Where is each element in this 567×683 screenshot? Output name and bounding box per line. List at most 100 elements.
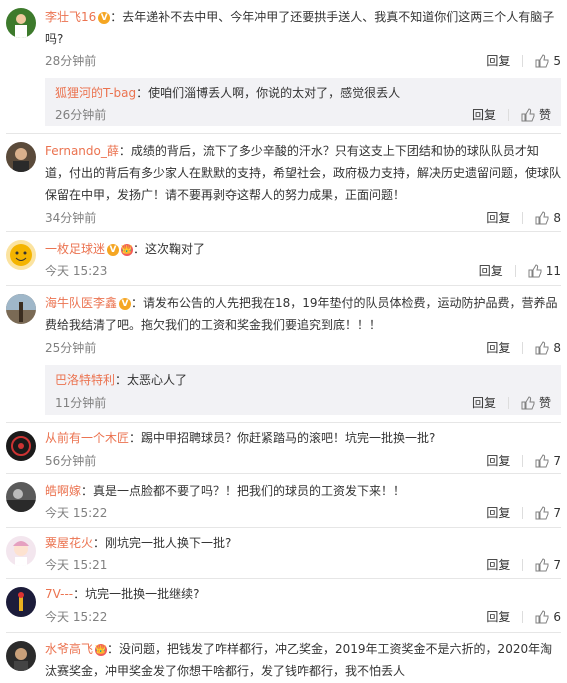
divider (6, 231, 561, 232)
comment-meta: 今天 15:22 回复 6 (45, 608, 561, 626)
comment-text-block: Fernando_薛：成绩的背后，流下了多少辛酸的汗水？只有这支上下团结和协的球… (45, 140, 561, 206)
thumbs-up-icon (535, 453, 549, 467)
divider (6, 285, 561, 286)
comment-username[interactable]: 皓啊嫁 (45, 484, 81, 498)
like-button[interactable]: 7 (535, 558, 561, 572)
comment-text-block: 皓啊嫁：真是一点脸都不要了吗？！把我们的球员的工资发下来！！ (45, 480, 561, 502)
reply-text-block: 狐狸河的T-bag：使咱们淄博丢人啊，你说的太对了，感觉很丢人 (55, 84, 551, 102)
like-count: 7 (553, 453, 561, 468)
like-button[interactable]: 赞 (521, 106, 551, 123)
reply-username[interactable]: 巴洛特特利 (55, 373, 115, 387)
divider (6, 422, 561, 423)
comment-meta: 34分钟前 回复 8 (45, 209, 561, 227)
avatar[interactable] (6, 482, 36, 512)
comment-meta: 28分钟前 回复 5 (45, 52, 561, 70)
like-button[interactable]: 赞 (521, 394, 551, 411)
avatar[interactable] (6, 641, 36, 671)
comment-text: ：这次鞠对了 (133, 242, 206, 256)
avatar-image (15, 14, 27, 38)
avatar-image (14, 648, 28, 671)
comment-username[interactable]: 李壮飞16 (45, 10, 96, 24)
crown-badge-icon: 👑 (95, 643, 108, 656)
comment-username[interactable]: 水爷高飞 (45, 642, 93, 656)
thumbs-up-icon (535, 340, 549, 354)
like-count: 5 (553, 53, 561, 68)
comment-text-block: 粟屋花火：刚坑完一批人换下一批? (45, 532, 561, 554)
thumbs-up-icon (535, 210, 549, 224)
like-button[interactable]: 7 (535, 506, 561, 520)
reply-button[interactable]: 回复 (486, 452, 510, 469)
divider (6, 473, 561, 474)
reply-username[interactable]: 狐狸河的T-bag (55, 86, 136, 100)
verified-badge-icon: V (107, 243, 120, 256)
reply-time: 11分钟前 (55, 396, 107, 410)
avatar[interactable] (6, 240, 36, 270)
comment-text-block: 从前有一个木匠：踢中甲招聘球员？你赶紧踏马的滚吧！坑完一批换一批? (45, 427, 561, 449)
avatar-image (11, 436, 31, 456)
comment-text: ：真是一点脸都不要了吗？！把我们的球员的工资发下来！！ (81, 484, 406, 498)
reply-time: 26分钟前 (55, 108, 107, 122)
avatar-image (13, 148, 29, 172)
divider (6, 632, 561, 633)
reply-button[interactable]: 回复 (486, 209, 510, 226)
reply-button[interactable]: 回复 (486, 504, 510, 521)
reply-button[interactable]: 回复 (472, 106, 496, 123)
like-button[interactable]: 7 (535, 454, 561, 468)
like-count: 11 (545, 263, 561, 278)
reply-button[interactable]: 回复 (486, 52, 510, 69)
comment-time: 34分钟前 (45, 211, 97, 225)
comment-username[interactable]: 一枚足球迷 (45, 242, 105, 256)
thumbs-up-icon (521, 107, 535, 121)
divider (522, 558, 524, 571)
like-label: 赞 (538, 396, 551, 410)
comment-username[interactable]: 7V--- (45, 587, 73, 601)
divider (522, 506, 524, 519)
comment-text-block: 海牛队医李鑫 V ：请发布公告的人先把我在18，19年垫付的队员体检费，运动防护品费… (45, 292, 561, 336)
reply-text: ：使咱们淄博丢人啊，你说的太对了，感觉很丢人 (136, 86, 401, 100)
thumbs-up-icon (535, 557, 549, 571)
comment-username[interactable]: 从前有一个木匠 (45, 431, 129, 445)
thumbs-up-icon (535, 505, 549, 519)
reply-block: 狐狸河的T-bag：使咱们淄博丢人啊，你说的太对了，感觉很丢人 26分钟前 回复… (45, 78, 561, 126)
comment-username[interactable]: 粟屋花火 (45, 536, 93, 550)
reply-meta: 11分钟前 回复 赞 (55, 394, 551, 412)
avatar[interactable] (6, 587, 36, 617)
comment-text: ：踢中甲招聘球员？你赶紧踏马的滚吧！坑完一批换一批? (129, 431, 436, 445)
like-button[interactable]: 6 (535, 610, 561, 624)
avatar[interactable] (6, 536, 36, 566)
reply-meta: 26分钟前 回复 赞 (55, 106, 551, 124)
like-button[interactable]: 8 (535, 211, 561, 225)
comment-text-block: 李壮飞16 V ：去年递补不去中甲、今年冲甲了还要拱手送人、我真不知道你们这两三个人… (45, 6, 561, 50)
reply-block: 巴洛特特利：太恶心人了 11分钟前 回复 赞 (45, 365, 561, 415)
divider (507, 108, 509, 121)
like-button[interactable]: 5 (535, 54, 561, 68)
comment-time: 25分钟前 (45, 341, 97, 355)
comment-time: 今天 15:22 (45, 610, 108, 624)
comment-username[interactable]: 海牛队医李鑫 (45, 296, 117, 310)
like-button[interactable]: 8 (535, 341, 561, 355)
divider (522, 211, 524, 224)
divider (522, 341, 524, 354)
comment-username[interactable]: Fernando_薛 (45, 144, 119, 158)
avatar[interactable] (6, 431, 36, 461)
reply-button[interactable]: 回复 (486, 556, 510, 573)
comment-meta: 今天 15:21 回复 7 (45, 556, 561, 574)
reply-button[interactable]: 回复 (486, 339, 510, 356)
avatar-image (10, 244, 32, 266)
reply-button[interactable]: 回复 (486, 608, 510, 625)
avatar[interactable] (6, 8, 36, 38)
verified-badge-icon: V (98, 11, 111, 24)
like-button[interactable]: 11 (528, 264, 561, 278)
reply-button[interactable]: 回复 (472, 394, 496, 411)
comment-text: ：成绩的背后，流下了多少辛酸的汗水？只有这支上下团结和协的球队队员才知道，付出的… (45, 144, 562, 202)
avatar[interactable] (6, 142, 36, 172)
like-count: 8 (553, 340, 561, 355)
comment-text-block: 7V---：坑完一批换一批继续? (45, 583, 561, 605)
thumbs-up-icon (535, 53, 549, 67)
divider (522, 610, 524, 623)
avatar-image (6, 489, 36, 512)
avatar[interactable] (6, 294, 36, 324)
reply-button[interactable]: 回复 (479, 262, 503, 279)
comment-text: ： (110, 10, 123, 24)
like-count: 7 (553, 505, 561, 520)
